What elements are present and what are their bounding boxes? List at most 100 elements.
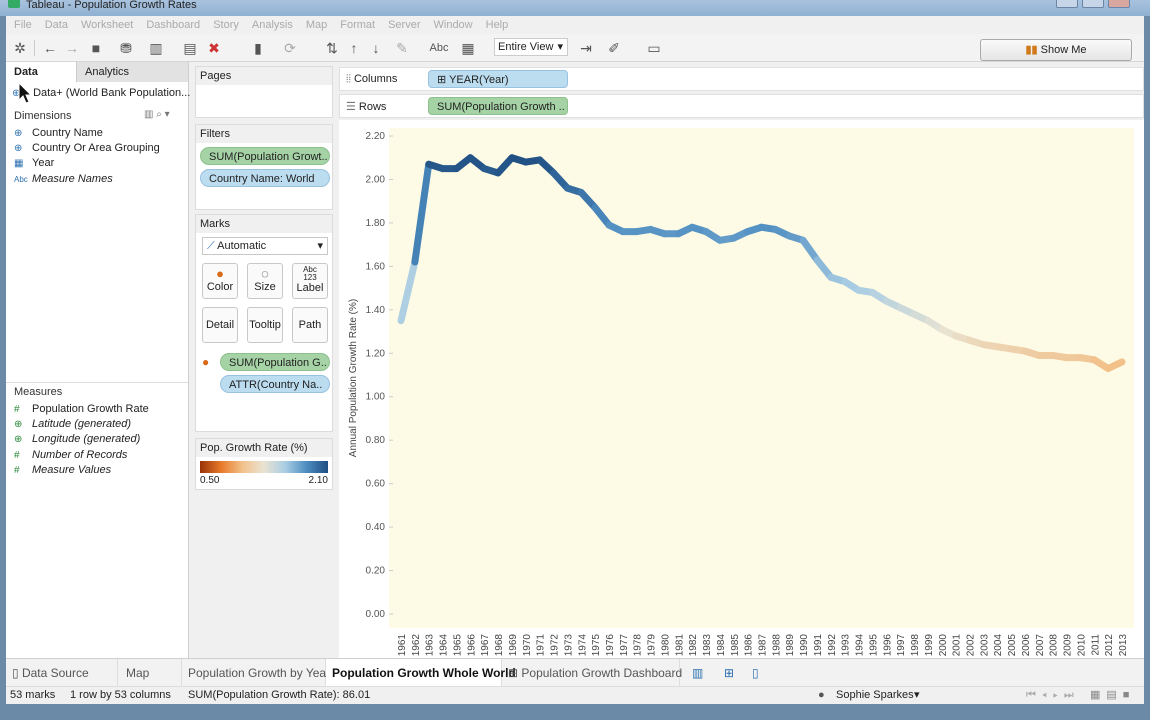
measure-population-growth-rate[interactable]: # Population Growth Rate — [14, 402, 149, 417]
status-user[interactable]: Sophie Sparkes — [836, 687, 914, 704]
path-mark-button[interactable]: Path — [292, 307, 328, 343]
color-legend-card[interactable]: Pop. Growth Rate (%) 0.50 2.10 — [195, 438, 333, 490]
x-tick-label: 2002 — [965, 634, 976, 657]
menu-worksheet[interactable]: Worksheet — [81, 19, 133, 31]
pause-updates-icon[interactable]: ▮ — [250, 40, 266, 56]
y-tick-label: 0.80 — [366, 435, 386, 446]
clear-sheet-icon[interactable]: ✖ — [206, 40, 222, 56]
x-tick-label: 2012 — [1104, 634, 1115, 657]
legend-min: 0.50 — [200, 475, 220, 486]
detail-mark-button[interactable]: Detail — [202, 307, 238, 343]
line-chart[interactable]: 0.00 0.20 0.40 0.60 0.80 1.00 1.20 1.40 1.60 1.80… — [339, 120, 1144, 660]
mark-type-select[interactable]: ⟋ Automatic ▾ — [202, 237, 328, 255]
menu-file[interactable]: File — [14, 19, 32, 31]
menu-dashboard[interactable]: Dashboard — [146, 19, 200, 31]
menu-data[interactable]: Data — [45, 19, 68, 31]
sort-ascending-icon[interactable]: ↑ — [346, 40, 362, 56]
save-icon[interactable]: ■ — [88, 40, 104, 56]
columns-pill[interactable]: ⊞ YEAR(Year) — [428, 70, 568, 88]
new-story-icon[interactable]: ▯ — [746, 659, 770, 687]
size-mark-button[interactable]: ◌ Size — [247, 263, 283, 299]
new-dashboard-icon[interactable]: ⊞ — [718, 659, 742, 687]
menu-analysis[interactable]: Analysis — [252, 19, 293, 31]
duplicate-sheet-icon[interactable]: ▤ — [182, 40, 198, 56]
maximize-button[interactable] — [1082, 0, 1104, 8]
dimension-measure-names[interactable]: Abc Measure Names — [14, 172, 113, 187]
tab-population-growth-whole-world[interactable]: Population Growth Whole World — [326, 659, 516, 687]
rows-shelf[interactable]: ☰ Rows SUM(Population Growth .. — [339, 94, 1144, 118]
chevron-down-icon[interactable]: ▾ — [914, 687, 920, 704]
tab-analytics[interactable]: Analytics — [76, 62, 188, 82]
rows-pill[interactable]: SUM(Population Growth .. — [428, 97, 568, 115]
x-tick-label: 1991 — [813, 634, 824, 657]
fit-select[interactable]: Entire View ▾ — [494, 38, 568, 56]
highlight-icon[interactable]: ✎ — [394, 40, 410, 56]
x-tick-label: 1979 — [647, 634, 658, 657]
tab-population-growth-dashboard[interactable]: ⊞ Population Growth Dashboard — [502, 659, 682, 687]
refresh-icon[interactable]: ⟳ — [282, 40, 298, 56]
tab-data[interactable]: Data — [6, 62, 76, 82]
x-tick-label: 1969 — [508, 634, 519, 657]
sheet-tabs-bar: ▯ Data Source Map Population Growth by Y… — [6, 658, 1144, 687]
new-worksheet-icon[interactable]: ▥ — [686, 659, 710, 687]
measure-number-of-records[interactable]: # Number of Records — [14, 448, 127, 463]
label-mark-button[interactable]: Abc 123 Label — [292, 263, 328, 299]
columns-shelf[interactable]: ⦙⦙ Columns ⊞ YEAR(Year) — [339, 67, 1144, 91]
cards-pane: Pages Filters SUM(Population Growt.. Cou… — [190, 62, 338, 658]
datasource-item[interactable]: ⊕ Data+ (World Bank Population... — [12, 86, 190, 101]
dimension-country-name[interactable]: ⊕ Country Name — [14, 126, 103, 141]
menu-map[interactable]: Map — [306, 19, 327, 31]
close-button[interactable] — [1108, 0, 1130, 8]
show-labels-button[interactable]: Abc — [426, 40, 452, 56]
database-icon: ▯ — [12, 666, 22, 680]
menu-format[interactable]: Format — [340, 19, 375, 31]
tableau-logo-icon[interactable]: ✲ — [12, 40, 28, 56]
presentation-icon[interactable]: ▭ — [646, 40, 662, 56]
y-axis-label: Annual Population Growth Rate (%) — [348, 299, 359, 457]
undo-icon[interactable]: ← — [42, 40, 58, 56]
minimize-button[interactable] — [1056, 0, 1078, 8]
marks-title: Marks — [196, 215, 332, 233]
menu-window[interactable]: Window — [434, 19, 473, 31]
tab-map[interactable]: Map — [118, 659, 182, 687]
menu-server[interactable]: Server — [388, 19, 420, 31]
search-icon[interactable]: ▥ ⌕ ▾ — [144, 109, 170, 120]
x-tick-label: 1977 — [619, 634, 630, 657]
annotate-icon[interactable]: ✐ — [606, 40, 622, 56]
new-datasource-icon[interactable]: ⛃ — [118, 40, 134, 56]
show-me-button[interactable]: ▮▮ Show Me — [980, 39, 1132, 61]
chart-view[interactable]: 0.00 0.20 0.40 0.60 0.80 1.00 1.20 1.40 1.60 1.80… — [339, 120, 1144, 660]
filter-pill-growth[interactable]: SUM(Population Growt.. — [200, 147, 330, 165]
dimension-country-grouping[interactable]: ⊕ Country Or Area Grouping — [14, 141, 160, 156]
new-worksheet-icon[interactable]: ▥ — [148, 40, 164, 56]
view-mode-icons[interactable]: ▦▤■ — [1090, 687, 1135, 704]
measure-label: Measure Values — [32, 464, 112, 476]
swap-icon[interactable]: ⇅ — [324, 40, 340, 56]
menu-help[interactable]: Help — [486, 19, 509, 31]
filter-pill-country[interactable]: Country Name: World — [200, 169, 330, 187]
legend-max: 2.10 — [308, 475, 328, 486]
fixed-axes-icon[interactable]: ▦ — [460, 40, 476, 56]
sort-descending-icon[interactable]: ↓ — [368, 40, 384, 56]
dimensions-title: Dimensions — [14, 110, 72, 122]
measure-latitude[interactable]: ⊕ Latitude (generated) — [14, 417, 131, 432]
measure-longitude[interactable]: ⊕ Longitude (generated) — [14, 432, 140, 447]
sheet-navigation[interactable]: ⏮◂▸⏭ — [1026, 687, 1080, 704]
dimension-label: Country Or Area Grouping — [32, 142, 160, 154]
tab-population-growth-by-year[interactable]: Population Growth by Year — [182, 659, 330, 687]
measure-measure-values[interactable]: # Measure Values — [14, 463, 111, 478]
dimension-year[interactable]: ▦ Year — [14, 156, 54, 171]
color-mark-button[interactable]: ● Color — [202, 263, 238, 299]
mark-pill-country[interactable]: ATTR(Country Na.. — [220, 375, 330, 393]
path-label: Path — [298, 319, 322, 331]
mark-pill-growth[interactable]: SUM(Population G.. — [220, 353, 330, 371]
pages-card[interactable]: Pages — [195, 66, 333, 118]
tooltip-mark-button[interactable]: Tooltip — [247, 307, 283, 343]
x-tick-label: 1968 — [494, 634, 505, 657]
redo-icon[interactable]: → — [64, 40, 80, 56]
mouse-cursor-icon — [18, 82, 33, 104]
pin-icon[interactable]: ⇥ — [578, 40, 594, 56]
menu-story[interactable]: Story — [213, 19, 239, 31]
x-tick-label: 1997 — [896, 634, 907, 657]
tab-data-source[interactable]: ▯ Data Source — [6, 659, 118, 687]
